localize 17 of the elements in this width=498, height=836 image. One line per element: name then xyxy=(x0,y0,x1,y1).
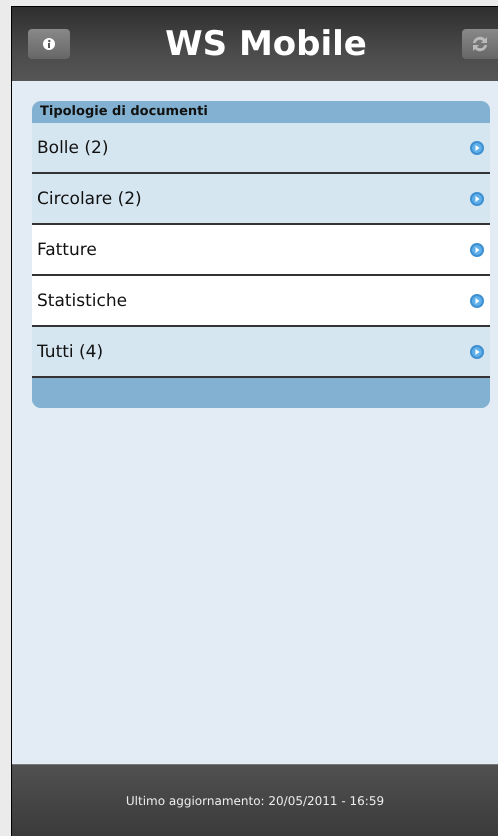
refresh-icon xyxy=(470,35,490,53)
list-item[interactable]: Fatture xyxy=(32,225,490,276)
info-icon xyxy=(43,38,55,50)
chevron-circle-icon xyxy=(470,294,484,308)
list-item[interactable]: Bolle (2) xyxy=(32,123,490,174)
chevron-circle-icon xyxy=(470,344,484,358)
chevron-circle-icon xyxy=(470,140,484,154)
app-title: WS Mobile xyxy=(164,24,368,64)
list-item[interactable]: Statistiche xyxy=(32,276,490,327)
list-item[interactable]: Circolare (2) xyxy=(32,174,490,225)
list-header: Tipologie di documenti xyxy=(39,103,209,121)
status-text: Ultimo aggiornamento: 20/05/2011 - 16:59 xyxy=(126,794,384,808)
refresh-button[interactable] xyxy=(462,29,498,59)
info-button[interactable] xyxy=(28,29,70,59)
list-item[interactable]: Tutti (4) xyxy=(32,327,490,378)
chevron-circle-icon xyxy=(470,192,484,206)
chevron-circle-icon xyxy=(470,242,484,256)
